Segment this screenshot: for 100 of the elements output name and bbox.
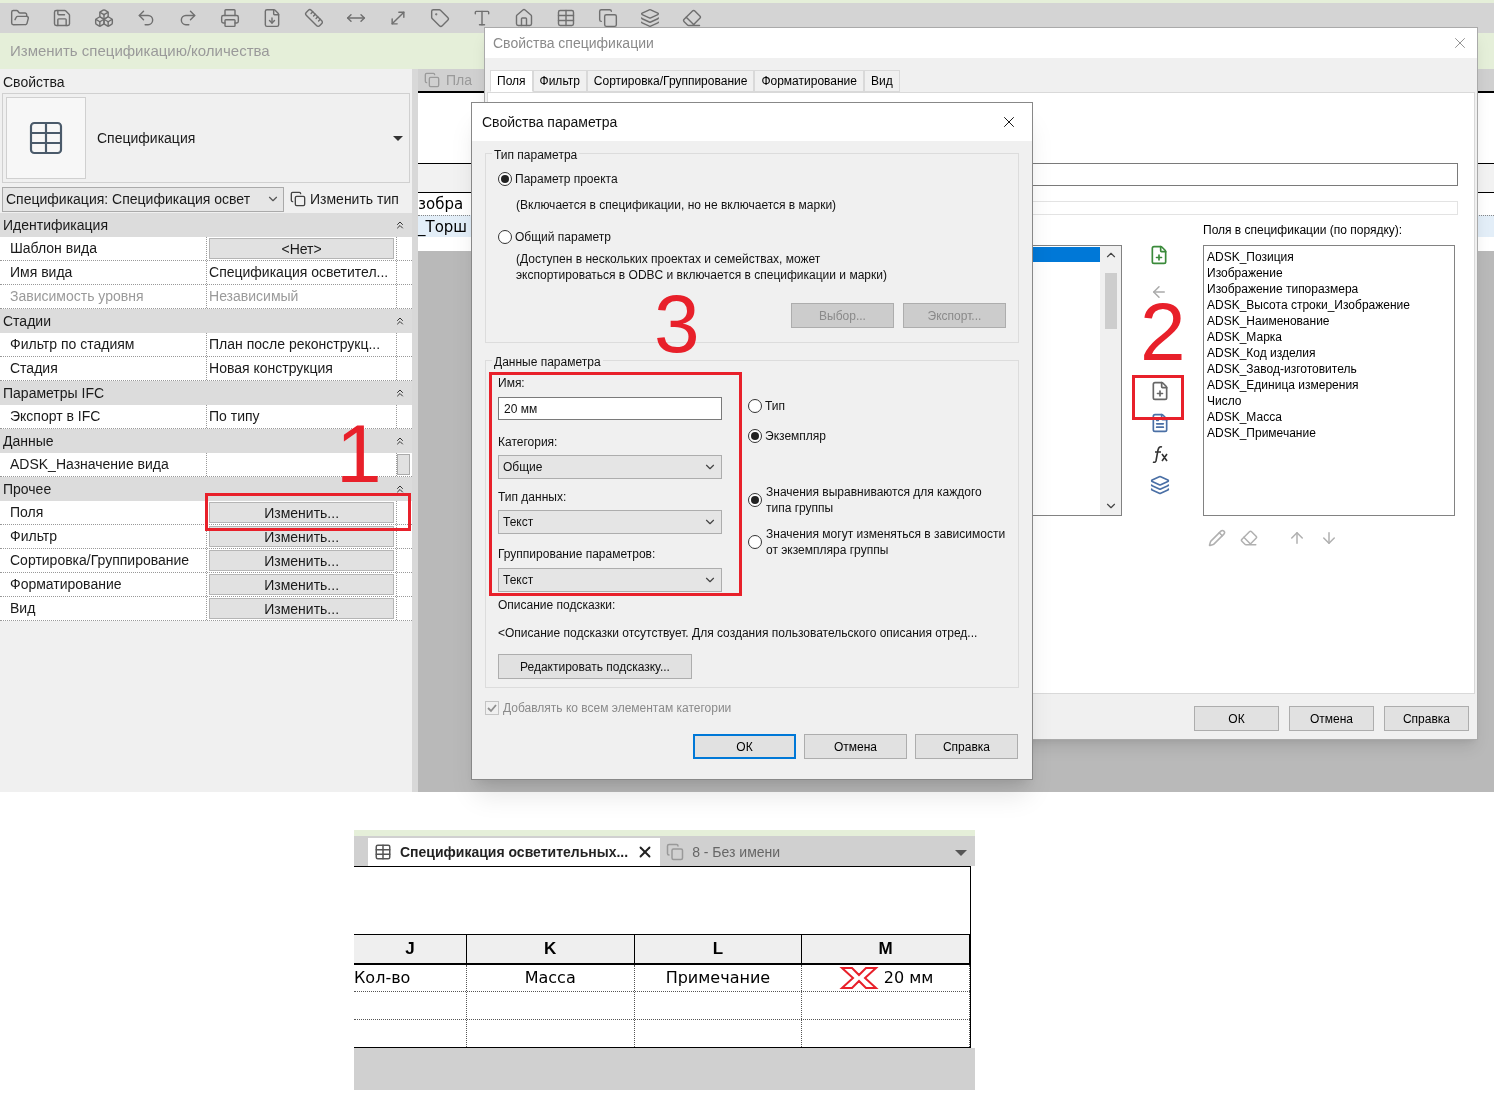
folder-icon[interactable] [10,8,30,28]
dropdown[interactable]: Текст [498,510,722,534]
cubes-icon[interactable] [94,8,114,28]
property-label: Фильтр [0,525,208,548]
column-header[interactable]: K [466,935,635,963]
property-label: Фильтр по стадиям [0,333,208,356]
eraser-icon[interactable] [682,8,702,28]
radio-label[interactable]: Тип [765,397,785,415]
undo-icon[interactable] [136,8,156,28]
dialog-button[interactable]: ОК [1194,706,1279,731]
property-button[interactable]: <Нет> [209,238,395,259]
scroll-thumb[interactable] [397,454,411,475]
tooltip-description: <Описание подсказки отсутствует. Для создания пользовательского описания отред... [498,625,979,642]
list-item[interactable]: Изображение [1207,265,1451,281]
property-button[interactable]: Изменить... [209,550,395,571]
list-item[interactable]: ADSK_Код изделия [1207,345,1451,361]
new-parameter-icon[interactable] [1150,381,1170,401]
collapse-icon[interactable] [394,387,406,399]
column-header[interactable]: L [634,935,803,963]
radio-button[interactable] [498,172,512,186]
radio-label[interactable]: Экземпляр [765,427,826,445]
group-header[interactable]: Стадии [0,309,412,333]
document-cloud-icon[interactable] [1150,413,1170,433]
dialog-button[interactable]: Справка [915,734,1018,759]
collapse-icon[interactable] [394,483,406,495]
house-icon[interactable] [514,8,534,28]
document-tab[interactable]: Спецификация осветительных... [368,838,661,866]
option-note: (Доступен в нескольких проектах и семействах, может экспортироваться в ODBC и включается в спецификации и марки) [515,251,888,283]
printer-icon[interactable] [220,8,240,28]
dialog-button[interactable]: Отмена [1289,706,1374,731]
list-item[interactable]: ADSK_Примечание [1207,425,1451,441]
dialog-button[interactable]: ОК [693,734,796,759]
list-item[interactable]: ADSK_Марка [1207,329,1451,345]
list-item[interactable]: ADSK_Масса [1207,409,1451,425]
dialog-tab[interactable]: Вид [864,70,900,92]
pencil-icon[interactable] [1208,529,1226,547]
table-icon[interactable] [556,8,576,28]
dialog-tab[interactable]: Форматирование [754,70,864,92]
copy-icon[interactable] [598,8,618,28]
radio-button[interactable] [748,535,762,549]
dropdown[interactable]: Общие [498,455,722,479]
list-item[interactable]: ADSK_Единица измерения [1207,377,1451,393]
radio-button[interactable] [498,230,512,244]
text-icon[interactable] [472,8,492,28]
scheduled-fields-list[interactable] [1203,245,1455,516]
name-field[interactable]: 20 мм [498,397,722,420]
property-value: План после реконструкц... [209,335,381,354]
pdf-file-icon[interactable] [262,8,282,28]
radio-button[interactable] [748,493,762,507]
tag-icon[interactable] [430,8,450,28]
layers-icon[interactable] [640,8,660,28]
list-item[interactable]: ADSK_Наименование [1207,313,1451,329]
edit-type-button[interactable]: Изменить тип [290,188,399,210]
dialog-tab[interactable]: Фильтр [532,70,587,92]
edit-type-icon[interactable] [290,191,306,207]
document-tab[interactable]: 8 - Без имени [660,838,787,866]
column-header[interactable]: M [802,935,970,963]
scrollbar[interactable] [1100,246,1121,515]
scroll-thumb[interactable] [1104,272,1117,329]
property-button[interactable]: Изменить... [209,598,395,619]
save-icon[interactable] [52,8,72,28]
collapse-icon[interactable] [394,219,406,231]
property-label: Вид [0,597,208,620]
edit-tooltip-button[interactable]: Редактировать подсказку... [498,654,692,679]
radio-label[interactable]: Общий параметр [515,228,612,246]
ruler-icon[interactable] [304,8,324,28]
collapse-icon[interactable] [394,315,406,327]
redo-icon[interactable] [178,8,198,28]
dropdown[interactable]: Текст [498,568,722,592]
dialog-tab[interactable]: Сортировка/Группирование [586,70,755,92]
type-selector[interactable]: Спецификация: Спецификация освет [2,186,284,212]
property-button[interactable]: Изменить... [209,502,395,523]
column-header[interactable]: J [354,935,467,963]
collapse-icon[interactable] [394,435,406,447]
radio-label[interactable]: Параметр проекта [515,170,618,188]
combine-icon[interactable] [1150,475,1170,495]
list-item[interactable]: ADSK_Высота строки_Изображение [1207,297,1451,313]
list-item[interactable]: ADSK_Завод-изготовитель [1207,361,1451,377]
group-header[interactable]: Идентификация [0,213,412,237]
list-item[interactable]: ADSK_Позиция [1207,249,1451,265]
radio-button[interactable] [748,399,762,413]
dialog-title: Свойства спецификации [493,33,654,53]
list-item[interactable]: Число [1207,393,1451,409]
formula-icon[interactable] [1150,445,1170,463]
dialog-button[interactable]: Справка [1384,706,1469,731]
diagonal-arrow-icon[interactable] [388,8,408,28]
radio-label[interactable]: Значения могут изменяться в зависимости от экземпляра группы [766,526,1006,558]
radio-label[interactable]: Значения выравниваются для каждого типа группы [766,484,1006,516]
ribbon-title: Изменить спецификацию/количества [10,40,270,61]
remove-field-icon[interactable] [1150,283,1168,301]
dropdown-caret-icon[interactable] [393,135,403,141]
list-item[interactable]: Изображение типоразмера [1207,281,1451,297]
dropdown-caret-icon[interactable] [955,850,967,856]
delete-icon[interactable] [1240,529,1258,547]
radio-button[interactable] [748,429,762,443]
dialog-button[interactable]: Отмена [804,734,907,759]
dialog-tab[interactable]: Поля [490,70,533,92]
add-field-icon[interactable] [1149,245,1169,265]
group-header[interactable]: Параметры IFC [0,381,412,405]
property-button[interactable]: Изменить... [209,574,395,595]
